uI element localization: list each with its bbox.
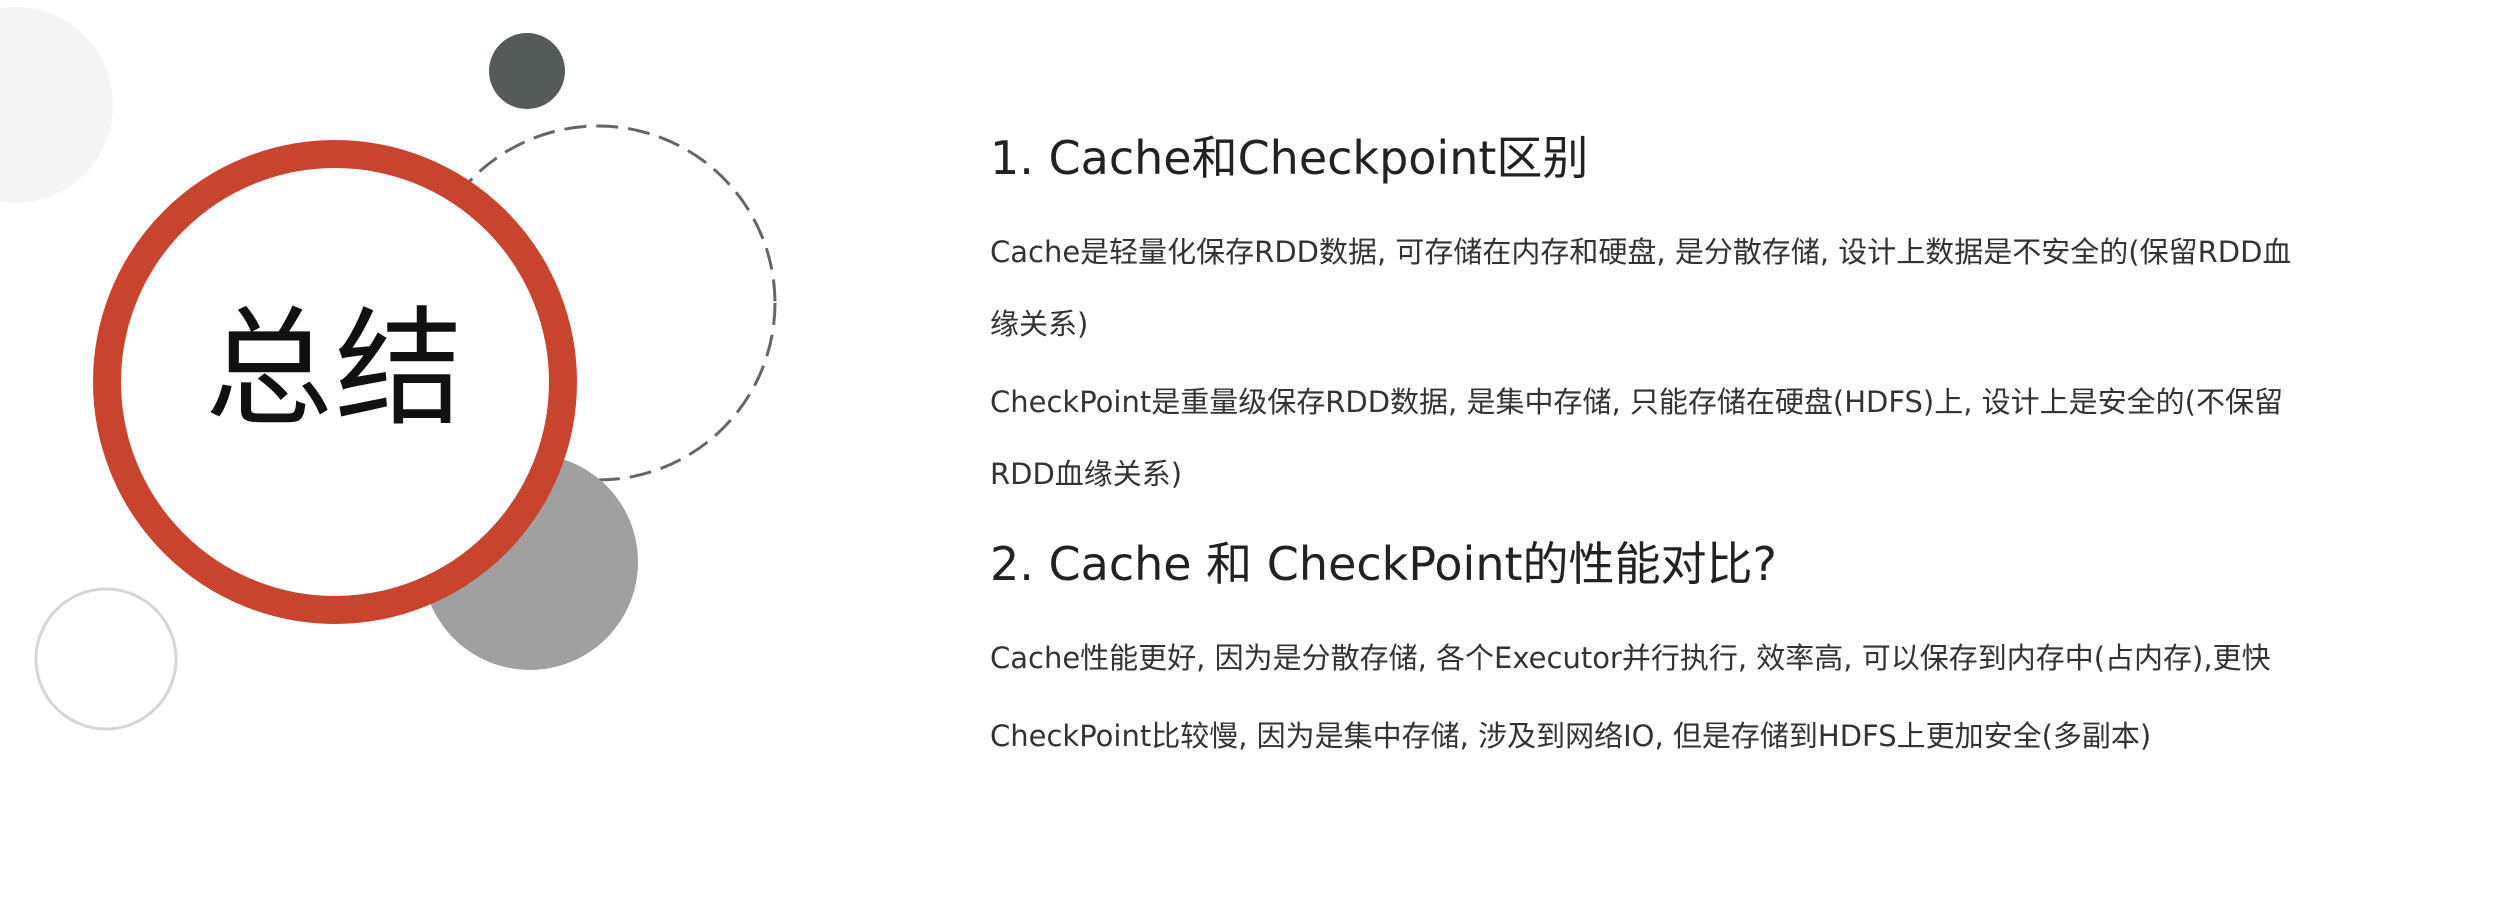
paragraph-checkpoint-difference: CheckPoint是重量级保存RDD数据, 是集中存储, 只能存储在硬盘(HD… [990, 385, 2283, 491]
content-area: 1. Cache和Checkpoint区别 Cache是轻量化保存RDD数据, … [990, 110, 2390, 778]
summary-title: 总结 [204, 295, 465, 444]
section-difference: 1. Cache和Checkpoint区别 Cache是轻量化保存RDD数据, … [990, 110, 2390, 510]
light-gray-circle [0, 7, 113, 203]
section-performance: 2. Cache 和 CheckPoint的性能对比? Cache性能更好, 因… [990, 516, 2390, 772]
outline-circle [34, 587, 178, 731]
paragraph-cache-performance: Cache性能更好, 因为是分散存储, 各个Executor并行执行, 效率高,… [990, 641, 2271, 675]
paragraph-checkpoint-performance: CheckPoint比较慢, 因为是集中存储, 涉及到网络IO, 但是存储到HD… [990, 719, 2152, 753]
paragraph-cache-difference: Cache是轻量化保存RDD数据, 可存储在内存和硬盘, 是分散存储, 设计上数… [990, 235, 2292, 341]
section-heading-difference: 1. Cache和Checkpoint区别 [990, 131, 1589, 185]
section-heading-performance: 2. Cache 和 CheckPoint的性能对比? [990, 537, 1777, 591]
dark-dot-circle [489, 33, 565, 109]
